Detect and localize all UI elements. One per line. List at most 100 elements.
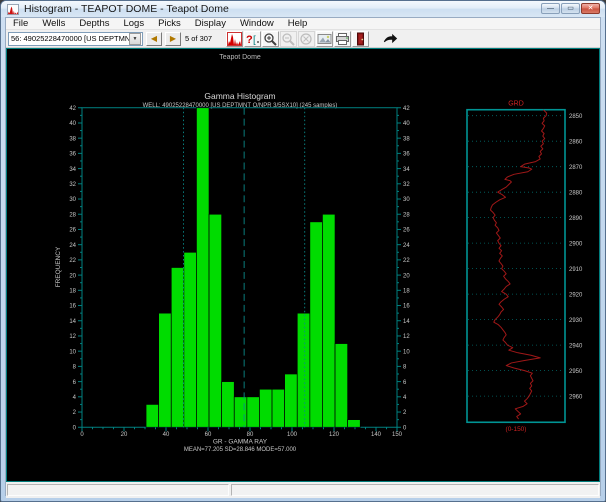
histogram-bar bbox=[196, 108, 209, 428]
depth-track-title: GRD bbox=[508, 101, 524, 108]
histogram-bar bbox=[259, 389, 272, 427]
svg-text:20: 20 bbox=[69, 273, 76, 279]
toolbar: 56: 49025228470000 [US DEPTMNT O/NPR ▼ ◀… bbox=[6, 30, 600, 48]
stats-line: MEAN=77.205 SD=28.846 MODE=57.000 bbox=[184, 447, 297, 453]
svg-text:10: 10 bbox=[69, 349, 76, 355]
zoom-out-button bbox=[280, 31, 297, 47]
svg-text:2960: 2960 bbox=[569, 394, 583, 400]
y-axis-ticks: 0022446688101012121414161618182020222224… bbox=[69, 106, 410, 432]
histogram-bar bbox=[184, 252, 197, 427]
snapshot-icon bbox=[317, 32, 332, 46]
print-button[interactable] bbox=[334, 31, 351, 47]
svg-text:34: 34 bbox=[403, 167, 410, 173]
menu-display[interactable]: Display bbox=[188, 18, 233, 30]
svg-text:60: 60 bbox=[205, 432, 212, 438]
x-axis-label: GR - GAMMA RAY bbox=[213, 439, 268, 446]
menu-logs[interactable]: Logs bbox=[116, 18, 151, 30]
svg-text:20: 20 bbox=[121, 432, 128, 438]
histogram-bar bbox=[297, 313, 310, 427]
maximize-button[interactable]: ▭ bbox=[561, 3, 580, 14]
svg-text:42: 42 bbox=[69, 106, 76, 112]
chart-subtitle: WELL: 49025228470000 [US DEPTMNT O/NPR 3… bbox=[143, 103, 338, 109]
canvas-header: Teapot Dome bbox=[219, 54, 261, 61]
well-selector[interactable]: 56: 49025228470000 [US DEPTMNT O/NPR ▼ bbox=[8, 32, 143, 46]
menu-window[interactable]: Window bbox=[233, 18, 281, 30]
svg-text:8: 8 bbox=[403, 365, 407, 371]
app-window: Histogram - TEAPOT DOME - Teapot Dome — … bbox=[0, 0, 606, 502]
svg-text:14: 14 bbox=[403, 319, 410, 325]
histogram-bars bbox=[146, 108, 360, 428]
svg-text:12: 12 bbox=[403, 334, 410, 340]
depth-track: GRD2850286028702880289029002910292029302… bbox=[467, 101, 583, 433]
status-pane-1 bbox=[7, 484, 229, 496]
histogram-tool-icon bbox=[227, 32, 242, 46]
exit-icon bbox=[353, 32, 368, 46]
svg-text:32: 32 bbox=[403, 182, 410, 188]
status-pane-2 bbox=[231, 484, 599, 496]
chevron-down-icon[interactable]: ▼ bbox=[129, 33, 141, 45]
histogram-bar bbox=[335, 344, 348, 428]
svg-text:0: 0 bbox=[73, 425, 77, 431]
svg-text:12: 12 bbox=[69, 334, 76, 340]
zoom-cancel-icon bbox=[299, 32, 314, 46]
depth-track-scale: (0-150) bbox=[506, 426, 527, 433]
zoom-in-button[interactable] bbox=[262, 31, 279, 47]
svg-text:100: 100 bbox=[287, 432, 298, 438]
svg-text:18: 18 bbox=[403, 289, 410, 295]
svg-text:2: 2 bbox=[403, 410, 407, 416]
histogram-bar bbox=[247, 397, 260, 427]
title-bar[interactable]: Histogram - TEAPOT DOME - Teapot Dome — … bbox=[1, 1, 605, 17]
histogram-bar bbox=[146, 404, 159, 427]
pointer-arrow-icon bbox=[383, 32, 398, 45]
minimize-button[interactable]: — bbox=[541, 3, 560, 14]
menu-depths[interactable]: Depths bbox=[72, 18, 116, 30]
svg-text:20: 20 bbox=[403, 273, 410, 279]
well-position-text: 5 of 307 bbox=[185, 34, 212, 43]
svg-text:80: 80 bbox=[247, 432, 254, 438]
svg-text:38: 38 bbox=[403, 136, 410, 142]
svg-text:140: 140 bbox=[371, 432, 382, 438]
svg-text:24: 24 bbox=[69, 243, 76, 249]
plot-frame bbox=[82, 108, 397, 428]
svg-text:16: 16 bbox=[403, 304, 410, 310]
svg-text:0: 0 bbox=[80, 432, 84, 438]
gamma-histogram-plot: Gamma HistogramWELL: 49025228470000 [US … bbox=[55, 91, 410, 453]
svg-text:2850: 2850 bbox=[569, 114, 583, 120]
svg-text:14: 14 bbox=[69, 319, 76, 325]
menu-file[interactable]: File bbox=[6, 18, 35, 30]
window-title: Histogram - TEAPOT DOME - Teapot Dome bbox=[24, 3, 229, 15]
svg-text:2880: 2880 bbox=[569, 190, 583, 196]
svg-text:8: 8 bbox=[73, 365, 77, 371]
close-button[interactable]: ✕ bbox=[581, 3, 600, 14]
svg-text:36: 36 bbox=[403, 152, 410, 158]
svg-text:24: 24 bbox=[403, 243, 410, 249]
svg-text:16: 16 bbox=[69, 304, 76, 310]
svg-text:150: 150 bbox=[392, 432, 403, 438]
svg-text:22: 22 bbox=[69, 258, 76, 264]
well-query-icon: ?[ bbox=[245, 32, 260, 46]
histogram-bar bbox=[209, 214, 222, 427]
client-area: File Wells Depths Logs Picks Display Win… bbox=[5, 17, 601, 496]
next-well-button[interactable]: ▶ bbox=[165, 32, 181, 46]
svg-text:2860: 2860 bbox=[569, 139, 583, 145]
status-bar bbox=[6, 482, 600, 498]
histogram-bar bbox=[234, 397, 247, 427]
exit-button[interactable] bbox=[352, 31, 369, 47]
svg-text:6: 6 bbox=[73, 380, 77, 386]
menu-picks[interactable]: Picks bbox=[151, 18, 188, 30]
histogram-bar bbox=[285, 374, 298, 427]
snapshot-button[interactable] bbox=[316, 31, 333, 47]
menu-bar: File Wells Depths Logs Picks Display Win… bbox=[6, 18, 600, 30]
well-query-button[interactable]: ?[ bbox=[244, 31, 261, 47]
menu-wells[interactable]: Wells bbox=[35, 18, 72, 30]
svg-text:2940: 2940 bbox=[569, 343, 583, 349]
plot-canvas: Teapot DomeGamma HistogramWELL: 49025228… bbox=[6, 48, 600, 482]
svg-text:2900: 2900 bbox=[569, 241, 583, 247]
histogram-tool-button[interactable] bbox=[226, 31, 243, 47]
svg-text:26: 26 bbox=[403, 228, 410, 234]
pointer-tool-button[interactable] bbox=[382, 31, 399, 47]
previous-well-button[interactable]: ◀ bbox=[146, 32, 162, 46]
svg-text:4: 4 bbox=[73, 395, 77, 401]
menu-help[interactable]: Help bbox=[281, 18, 315, 30]
svg-text:28: 28 bbox=[69, 212, 76, 218]
